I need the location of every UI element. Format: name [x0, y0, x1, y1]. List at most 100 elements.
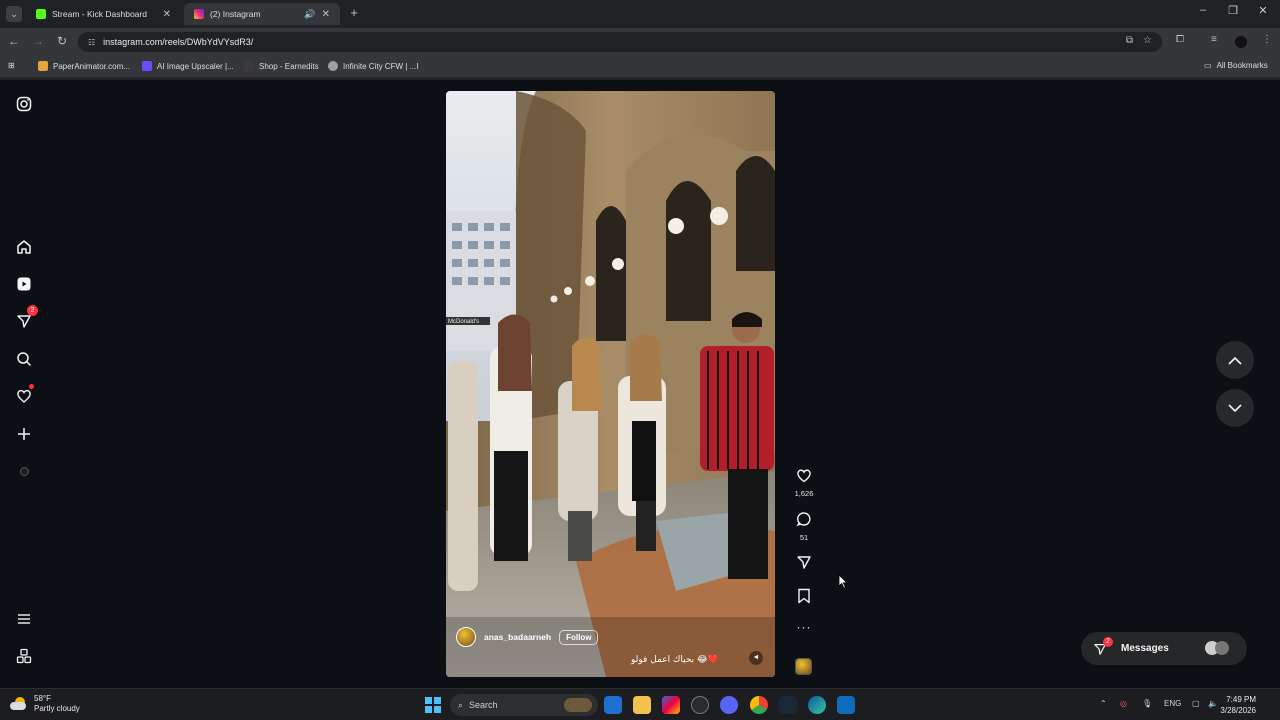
more-options-icon[interactable]: ···: [792, 620, 816, 634]
like-button[interactable]: 1,626: [792, 468, 816, 498]
language-indicator[interactable]: ENG: [1164, 699, 1181, 708]
browser-toolbar: ← → ↻ ☷ instagram.com/reels/DWbYdVYsdR3/…: [0, 28, 1280, 56]
close-tab-icon[interactable]: ✕: [163, 9, 171, 20]
profile-icon[interactable]: [14, 461, 34, 481]
direct-icon[interactable]: 2: [14, 305, 38, 331]
reel-caption[interactable]: بحياك اعمل فولو 😂❤️: [631, 655, 719, 665]
mute-toggle-icon[interactable]: ◄: [749, 651, 763, 665]
store-icon[interactable]: [837, 696, 855, 714]
bookmark-label: Infinite City CFW | ...I: [343, 61, 419, 71]
bookmark-star-icon[interactable]: ☆: [1143, 35, 1152, 46]
new-tab-button[interactable]: +: [346, 5, 362, 21]
notifications-icon[interactable]: [14, 384, 34, 406]
bookmark-infinite-city[interactable]: Infinite City CFW | ...I: [328, 61, 418, 71]
app-icon[interactable]: [691, 696, 709, 714]
chevron-down-icon: [1228, 403, 1242, 412]
weather-widget[interactable]: 58°F Partly cloudy: [10, 694, 80, 714]
previous-reel-button[interactable]: [1216, 341, 1254, 379]
microphone-icon[interactable]: 🎙: [1142, 699, 1152, 708]
audio-avatar[interactable]: [795, 658, 812, 675]
share-button[interactable]: [792, 554, 816, 575]
back-button[interactable]: ←: [6, 34, 22, 48]
forward-button[interactable]: →: [30, 34, 46, 48]
bookmark-paperanimator[interactable]: PaperAnimator.com...: [38, 61, 130, 71]
close-tab-icon[interactable]: ✕: [322, 9, 330, 20]
chevron-up-icon[interactable]: ⌃: [1100, 699, 1107, 708]
chrome-icon[interactable]: [750, 696, 768, 714]
author-avatar[interactable]: [456, 627, 476, 647]
tray-app-icon[interactable]: ◎: [1120, 699, 1127, 708]
tab-strip: ⌄ Stream - Kick Dashboard ✕ (2) Instagra…: [0, 0, 1280, 28]
system-clock[interactable]: 7:49 PM 3/28/2026: [1220, 694, 1256, 716]
author-username[interactable]: anas_badaarneh: [484, 632, 551, 642]
tab-instagram[interactable]: (2) Instagram 🔊 ✕: [184, 3, 340, 25]
start-button[interactable]: [425, 697, 441, 713]
restore-button[interactable]: ❐: [1218, 4, 1248, 17]
site-info-icon[interactable]: ☷: [88, 38, 95, 47]
tab-kick-dashboard[interactable]: Stream - Kick Dashboard ✕: [26, 3, 181, 25]
close-window-button[interactable]: ✕: [1248, 4, 1278, 17]
avatar: [1215, 641, 1229, 655]
comment-button[interactable]: 51: [792, 511, 816, 542]
next-reel-button[interactable]: [1216, 389, 1254, 427]
volume-icon[interactable]: 🔈: [1208, 699, 1218, 708]
all-bookmarks-label: All Bookmarks: [1216, 61, 1268, 70]
follow-button[interactable]: Follow: [559, 629, 599, 645]
home-icon[interactable]: [14, 237, 34, 257]
media-control-icon[interactable]: ≡: [1211, 34, 1217, 45]
chrome-menu-icon[interactable]: ⋮: [1262, 34, 1272, 45]
url-text: instagram.com/reels/DWbYdVYsdR3/: [103, 37, 254, 47]
comment-count: 51: [799, 533, 809, 542]
share-icon: [797, 556, 811, 569]
direct-badge: 2: [27, 305, 38, 316]
reel-video[interactable]: McDonald's anas_badaarneh Follow بحياك ا…: [446, 91, 775, 677]
tab-search-icon[interactable]: ⌄: [6, 6, 22, 22]
messages-badge: 2: [1103, 637, 1113, 647]
svg-text:McDonald's: McDonald's: [448, 319, 479, 325]
file-explorer-icon[interactable]: [633, 696, 651, 714]
bookmarks-bar: ⊞ PaperAnimator.com... AI Image Upscaler…: [0, 56, 1280, 78]
folder-icon: ▭: [1204, 61, 1212, 70]
clock-time: 7:49 PM: [1226, 695, 1256, 704]
steam-icon[interactable]: [779, 696, 797, 714]
save-button[interactable]: [792, 588, 816, 609]
taskbar-search-label: Search: [469, 700, 498, 710]
outlook-icon[interactable]: [604, 696, 622, 714]
messages-button[interactable]: 2 Messages: [1081, 632, 1247, 665]
network-icon[interactable]: ▢: [1192, 699, 1200, 708]
notification-dot: [29, 384, 34, 389]
weather-temp: 58°F: [34, 694, 51, 703]
more-icon[interactable]: [14, 646, 34, 666]
extensions-icon[interactable]: ⧠: [1176, 34, 1184, 45]
search-highlight-icon: [564, 698, 592, 712]
bookmark-ai-upscaler[interactable]: AI Image Upscaler |...: [142, 61, 234, 71]
create-icon[interactable]: [14, 424, 34, 444]
menu-icon[interactable]: [14, 609, 34, 629]
paperanimator-icon: [38, 61, 48, 71]
taskbar-search[interactable]: ⌕ Search: [450, 694, 598, 716]
apps-grid-icon[interactable]: ⊞: [8, 61, 15, 70]
minimize-button[interactable]: –: [1188, 4, 1218, 16]
upscaler-icon: [142, 61, 152, 71]
browser-chrome: ⌄ Stream - Kick Dashboard ✕ (2) Instagra…: [0, 0, 1280, 80]
instagram-icon[interactable]: [14, 94, 34, 114]
search-icon[interactable]: [14, 349, 34, 369]
messages-label: Messages: [1121, 643, 1169, 654]
bookmark-earnedits[interactable]: Shop - Earnedits: [244, 61, 319, 71]
address-bar[interactable]: ☷ instagram.com/reels/DWbYdVYsdR3/ ⧉ ☆: [78, 32, 1162, 52]
bookmark-icon: [798, 588, 810, 604]
instagram-favicon-icon: [194, 9, 204, 19]
reels-icon[interactable]: [14, 274, 34, 294]
microsoft-365-icon[interactable]: [662, 696, 680, 714]
all-bookmarks[interactable]: ▭ All Bookmarks: [1204, 61, 1268, 70]
edge-icon[interactable]: [808, 696, 826, 714]
instagram-sidebar: 2: [0, 80, 48, 688]
discord-icon[interactable]: [720, 696, 738, 714]
speaker-icon[interactable]: 🔊: [304, 9, 315, 20]
tab-title: (2) Instagram: [210, 9, 261, 19]
profile-avatar[interactable]: [1235, 36, 1247, 48]
reload-button[interactable]: ↻: [54, 34, 70, 48]
mouse-cursor-icon: [838, 574, 848, 594]
earnedits-icon: [244, 61, 254, 71]
cast-icon[interactable]: ⧉: [1126, 35, 1133, 46]
